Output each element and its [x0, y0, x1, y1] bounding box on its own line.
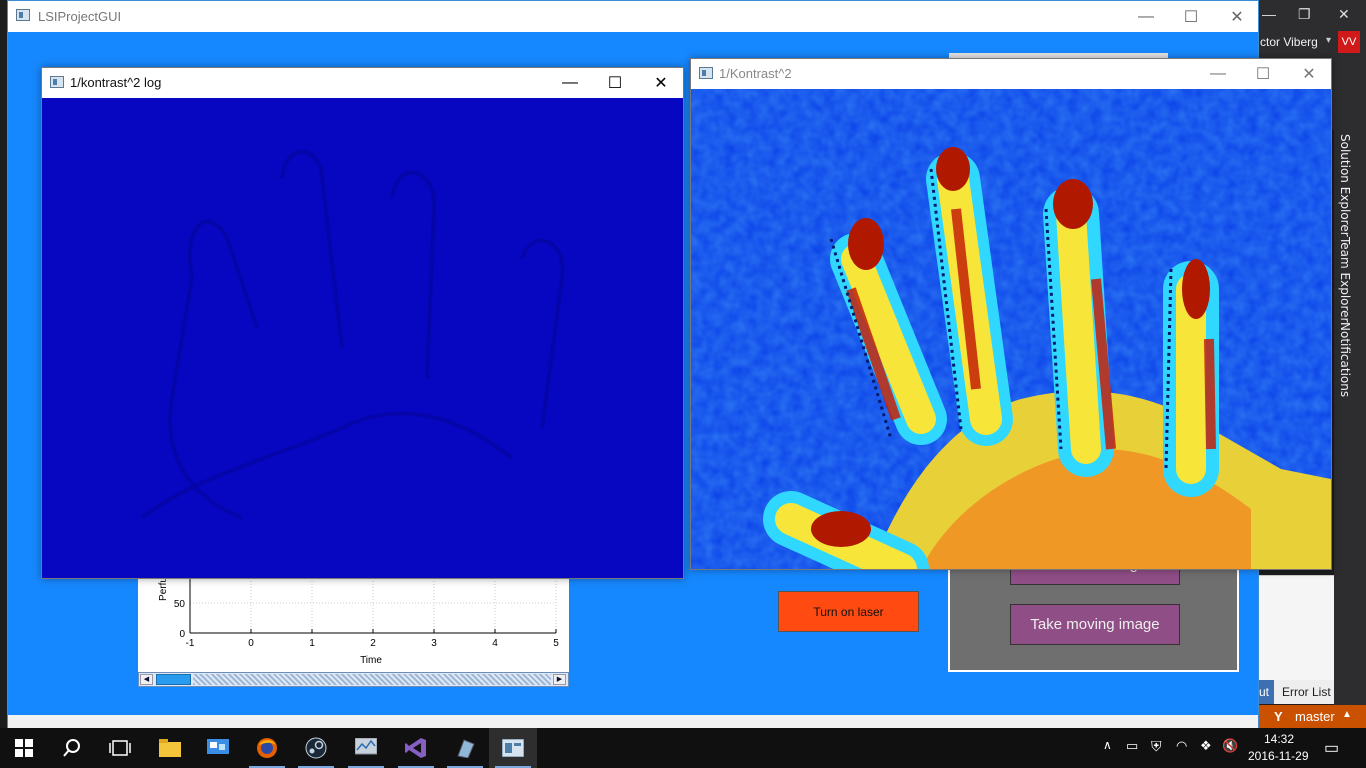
- vs-tab-error-list[interactable]: Error List: [1282, 685, 1331, 699]
- vs-tab-solution-explorer[interactable]: Solution Explorer: [1338, 134, 1352, 237]
- branch-up-icon[interactable]: ▲: [1342, 709, 1352, 720]
- contrast-close-button[interactable]: ✕: [1286, 59, 1332, 89]
- x-axis-label: Time: [360, 655, 382, 666]
- y-tick-label: 50: [174, 599, 186, 610]
- taskbar-app-lsi-project-gui[interactable]: [489, 728, 537, 768]
- task-view-button[interactable]: [96, 728, 144, 768]
- volume-muted-icon[interactable]: 🔇: [1222, 738, 1238, 754]
- log-minimize-button[interactable]: —: [547, 68, 593, 98]
- wifi-icon[interactable]: ◠: [1176, 738, 1187, 754]
- vs-tab-output[interactable]: ut: [1258, 680, 1274, 704]
- taskbar-app-visual-studio[interactable]: [392, 728, 440, 768]
- vs-tab-notifications[interactable]: Notifications: [1338, 322, 1352, 397]
- app-icon: [16, 9, 30, 21]
- search-icon: [63, 739, 80, 757]
- battery-icon[interactable]: ▭: [1126, 738, 1138, 754]
- x-tick-label: 4: [492, 638, 498, 649]
- vs-user-avatar[interactable]: VV: [1338, 31, 1360, 53]
- vs-user-dropdown-icon[interactable]: ▾: [1326, 35, 1331, 46]
- take-moving-image-button[interactable]: Take moving image: [1010, 604, 1180, 645]
- remote-desktop-icon: [207, 739, 229, 754]
- vs-minimize-icon[interactable]: —: [1262, 6, 1276, 22]
- scroll-thumb[interactable]: [156, 674, 191, 685]
- log-window-icon: [50, 76, 64, 88]
- windows-logo-icon: [15, 739, 33, 757]
- chart-scrollbar[interactable]: ◀ ▶: [138, 672, 569, 687]
- taskbar-app-steam[interactable]: [292, 728, 340, 768]
- contrast-window: 1/Kontrast^2 — ☐ ✕: [690, 58, 1332, 570]
- folder-icon: [159, 739, 181, 757]
- action-center-icon[interactable]: ▭: [1324, 738, 1339, 758]
- x-tick-label: 0: [248, 638, 254, 649]
- git-branch-icon: Y: [1274, 709, 1283, 724]
- turn-on-laser-button[interactable]: Turn on laser: [778, 591, 919, 632]
- clock-date[interactable]: 2016-11-29: [1248, 749, 1309, 763]
- y-ticks: 050100: [168, 575, 185, 640]
- x-tick-label: 3: [431, 638, 437, 649]
- x-tick-label: 5: [553, 638, 559, 649]
- dropbox-icon[interactable]: ❖: [1200, 738, 1212, 754]
- y-tick-label: 0: [179, 629, 185, 640]
- main-window-bottom-edge: [8, 715, 1258, 729]
- taskbar-app-file-explorer[interactable]: [146, 728, 194, 768]
- security-shield-icon[interactable]: ⛨: [1151, 738, 1162, 755]
- taskbar-app-tool[interactable]: [441, 728, 489, 768]
- lsi-gui-icon: [502, 739, 524, 757]
- perfusion-chart: -1012345 050100 Time Perfu ◀ ▶: [138, 575, 569, 687]
- git-branch-name[interactable]: master: [1295, 709, 1335, 724]
- task-view-icon: [109, 740, 131, 756]
- vs-bottom-tabs: ut Error List: [1258, 680, 1334, 704]
- vs-tool-panel: [1258, 575, 1334, 680]
- vs-restore-icon[interactable]: ❐: [1298, 6, 1311, 23]
- vs-tab-team-explorer[interactable]: Team Explorer: [1338, 237, 1352, 323]
- contrast-window-title: 1/Kontrast^2: [719, 66, 792, 81]
- firefox-icon: [257, 738, 277, 758]
- log-contrast-window: 1/kontrast^2 log — ☐ ✕: [41, 67, 684, 579]
- y-axis-label: Perfu: [158, 577, 169, 601]
- scroll-left-icon[interactable]: ◀: [140, 674, 153, 685]
- clock-time[interactable]: 14:32: [1264, 732, 1294, 746]
- x-ticks: -1 0 1 2 3 4 5: [186, 629, 559, 649]
- capture-panel: Take still image Take moving image: [948, 544, 1239, 672]
- contrast-maximize-button[interactable]: ☐: [1240, 59, 1286, 89]
- log-maximize-button[interactable]: ☐: [592, 68, 638, 98]
- contrast-minimize-button[interactable]: —: [1195, 59, 1241, 89]
- vs-window-controls: — ❐ ✕: [1258, 6, 1358, 24]
- tray-overflow-icon[interactable]: ∧: [1103, 738, 1112, 752]
- log-contrast-image: [42, 98, 683, 578]
- log-window-titlebar[interactable]: 1/kontrast^2 log — ☐ ✕: [42, 68, 683, 98]
- log-window-title: 1/kontrast^2 log: [70, 75, 162, 90]
- start-button[interactable]: [0, 728, 48, 768]
- taskbar: ∧ ▭ ⛨ ◠ ❖ 🔇 14:32 2016-11-29 ▭: [0, 728, 1366, 768]
- steam-icon: [305, 737, 327, 759]
- contrast-window-icon: [699, 67, 713, 79]
- taskbar-app-remote-desktop[interactable]: [194, 728, 242, 768]
- main-titlebar[interactable]: LSIProjectGUI — ☐ ✕: [8, 1, 1258, 32]
- visual-studio-icon: [405, 738, 426, 758]
- log-close-button[interactable]: ✕: [638, 68, 684, 98]
- vs-close-icon[interactable]: ✕: [1338, 6, 1350, 23]
- x-tick-label: 1: [309, 638, 315, 649]
- main-minimize-button[interactable]: —: [1123, 1, 1169, 32]
- taskbar-app-system-monitor[interactable]: [342, 728, 390, 768]
- x-tick-label: 2: [370, 638, 376, 649]
- chart-svg: -1012345 050100 Time Perfu: [158, 575, 559, 666]
- x-tick-label: -1: [186, 638, 195, 649]
- vs-user-name[interactable]: ctor Viberg: [1260, 35, 1318, 49]
- search-button[interactable]: [48, 728, 96, 768]
- chart-grid: [189, 575, 557, 634]
- tool-icon: [457, 739, 475, 758]
- main-close-button[interactable]: ✕: [1214, 1, 1260, 32]
- vs-status-bar: Y master ▲: [1258, 705, 1366, 729]
- system-monitor-icon: [355, 738, 377, 755]
- taskbar-app-firefox[interactable]: [243, 728, 291, 768]
- scroll-track[interactable]: [193, 674, 551, 685]
- scroll-right-icon[interactable]: ▶: [553, 674, 566, 685]
- main-maximize-button[interactable]: ☐: [1168, 1, 1214, 32]
- main-window-title: LSIProjectGUI: [38, 9, 122, 24]
- contrast-heatmap-image: [691, 89, 1331, 569]
- contrast-window-titlebar[interactable]: 1/Kontrast^2 — ☐ ✕: [691, 59, 1331, 89]
